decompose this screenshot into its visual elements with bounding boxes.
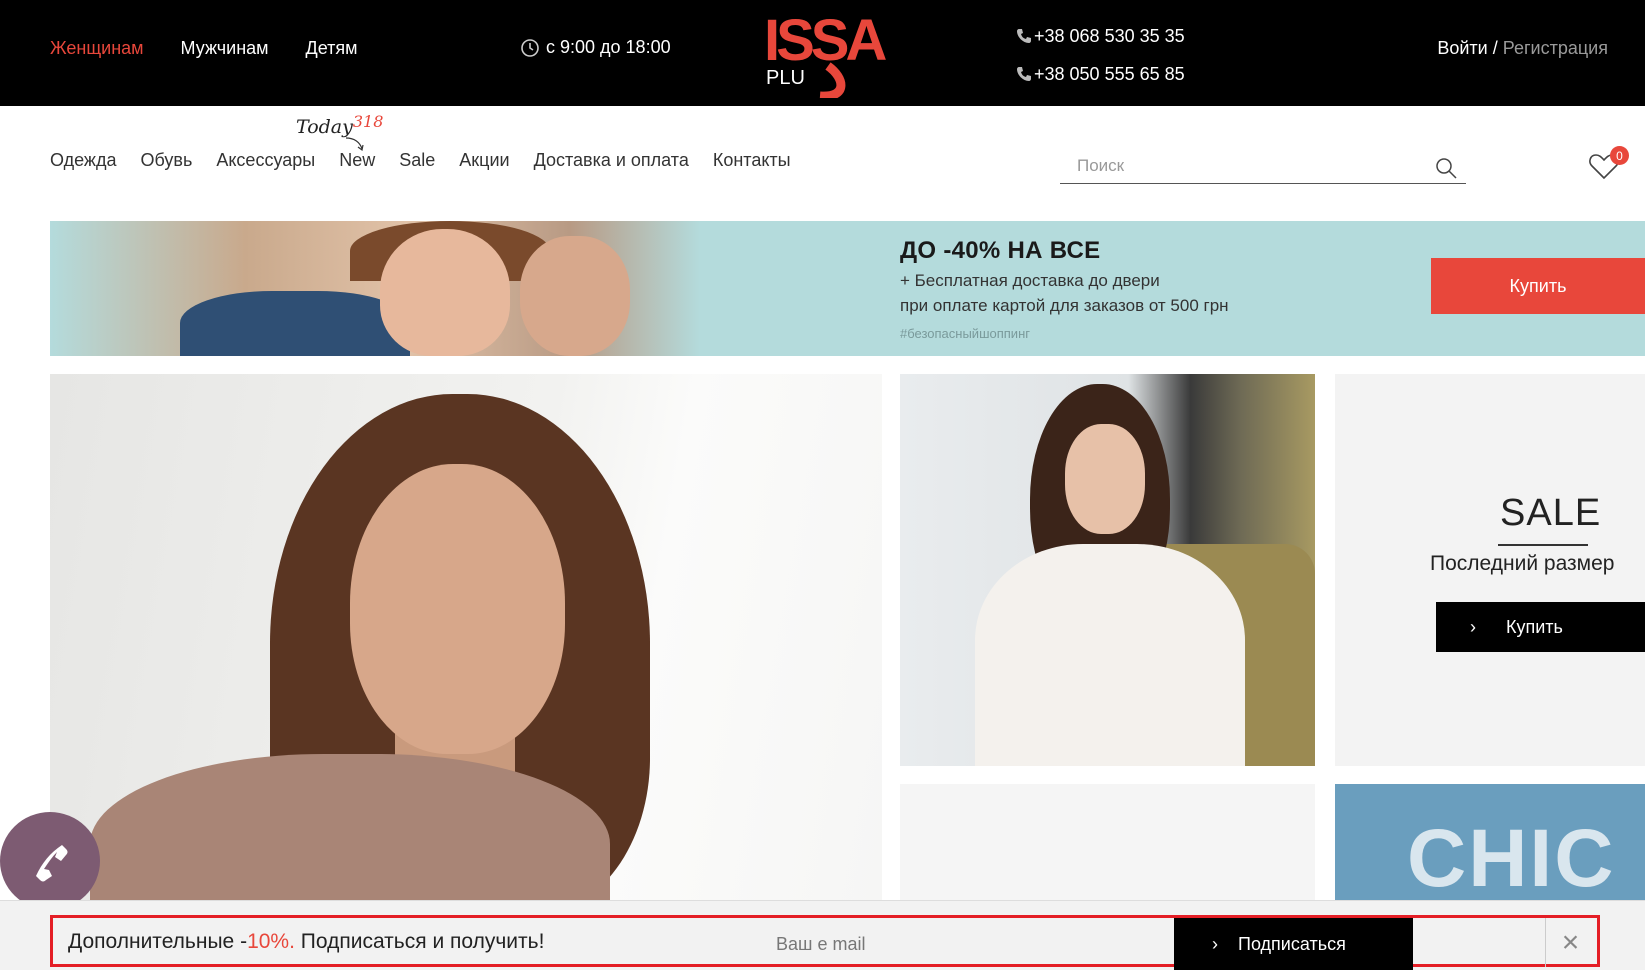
promo-line-1: + Бесплатная доставка до двери (900, 271, 1160, 290)
email-field[interactable] (760, 922, 1170, 966)
search-icon[interactable] (1434, 156, 1458, 180)
phone-icon (36, 845, 68, 882)
product-card-empty[interactable] (900, 784, 1315, 904)
nav-clothing[interactable]: Одежда (50, 150, 116, 171)
today-new-count: Today318 (296, 112, 383, 138)
working-hours: с 9:00 до 18:00 (520, 37, 671, 58)
login-link[interactable]: Войти (1437, 38, 1487, 58)
issa-plus-logo[interactable]: ISSA PLU (760, 8, 895, 98)
phone-2[interactable]: +38 050 555 65 85 (1016, 55, 1185, 93)
nav-contacts[interactable]: Контакты (713, 150, 791, 171)
promo-buy-button[interactable]: Купить (1431, 258, 1645, 314)
phones: +38 068 530 35 35 +38 050 555 65 85 (1016, 17, 1185, 93)
phone-1[interactable]: +38 068 530 35 35 (1016, 17, 1185, 55)
chevron-right-icon: › (1470, 616, 1476, 637)
discount-percent: 10%. (247, 930, 295, 953)
subscribe-label: Подписаться (1238, 933, 1346, 954)
search-input[interactable] (1060, 150, 1420, 182)
promo-title: ДО -40% НА ВСЕ (900, 237, 1101, 264)
gender-nav: Женщинам Мужчинам Детям (50, 38, 358, 59)
sale-subtitle: Последний размер (1430, 552, 1615, 575)
sale-card: SALE Последний размер › Купить (1335, 374, 1645, 766)
subscribe-text: Дополнительные -10%. Подписаться и получ… (68, 930, 545, 953)
wishlist-count-badge: 0 (1610, 146, 1629, 165)
promo-image (50, 221, 700, 356)
svg-text:ISSA: ISSA (764, 8, 886, 73)
promo-banner[interactable]: ДО -40% НА ВСЕ + Бесплатная доставка до … (50, 221, 1645, 356)
close-icon[interactable]: × (1545, 918, 1595, 967)
auth-links: Войти / Регистрация (1437, 38, 1608, 59)
promo-hashtag: #безопасныйшоппинг (900, 326, 1030, 341)
auth-separator: / (1492, 38, 1498, 58)
chevron-right-icon: › (1212, 933, 1218, 954)
promo-line-2: при оплате картой для заказов от 500 грн (900, 296, 1229, 315)
sale-buy-button[interactable]: › Купить (1436, 602, 1645, 652)
wishlist-button[interactable]: 0 (1588, 146, 1629, 184)
product-card-chic[interactable]: CHIC (1335, 784, 1645, 904)
phone-icon (1017, 67, 1031, 81)
phone-icon (1017, 29, 1031, 43)
chic-text: CHIC (1407, 813, 1616, 904)
nav-delivery[interactable]: Доставка и оплата (534, 150, 689, 171)
sale-divider (1498, 544, 1588, 546)
search-box (1060, 150, 1466, 184)
hero-product-image[interactable] (50, 374, 882, 900)
nav-women[interactable]: Женщинам (50, 38, 144, 59)
nav-accessories[interactable]: Аксессуары (216, 150, 315, 171)
category-nav: Одежда Обувь Аксессуары New Sale Акции Д… (50, 150, 791, 171)
clock-icon (521, 38, 539, 57)
svg-text:PLU: PLU (766, 67, 805, 89)
subscribe-button[interactable]: › Подписаться (1174, 918, 1413, 970)
email-field-wrap (760, 922, 1170, 966)
product-card-dress[interactable] (900, 374, 1315, 766)
today-count: 318 (352, 112, 384, 131)
top-bar: Женщинам Мужчинам Детям с 9:00 до 18:00 … (0, 0, 1645, 106)
nav-new[interactable]: New (339, 150, 375, 171)
register-link[interactable]: Регистрация (1503, 38, 1608, 58)
nav-shoes[interactable]: Обувь (140, 150, 192, 171)
hours-text: с 9:00 до 18:00 (546, 37, 671, 57)
nav-sale[interactable]: Sale (399, 150, 435, 171)
nav-men[interactable]: Мужчинам (181, 38, 269, 59)
sale-buy-label: Купить (1506, 616, 1563, 637)
callback-button[interactable] (0, 812, 100, 910)
today-label: Today (296, 116, 353, 138)
sale-title: SALE (1500, 492, 1602, 534)
nav-promotions[interactable]: Акции (459, 150, 509, 171)
nav-kids[interactable]: Детям (306, 38, 358, 59)
